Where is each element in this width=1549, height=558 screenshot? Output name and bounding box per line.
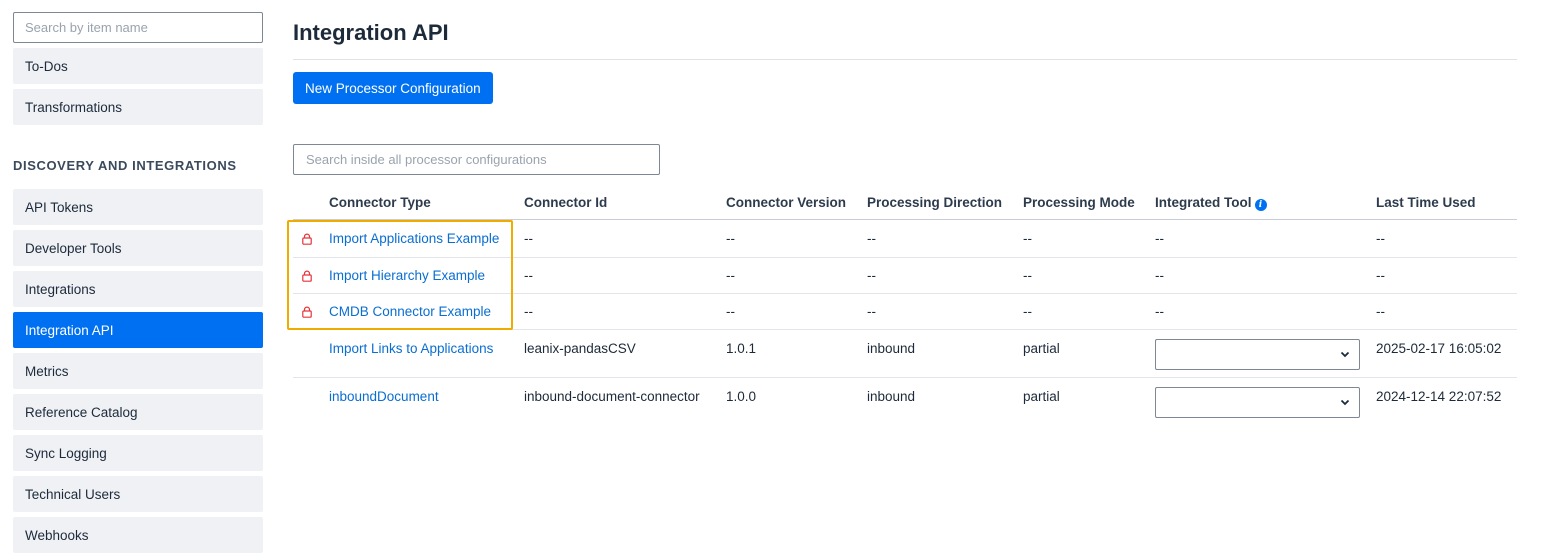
processing-direction-cell: inbound: [867, 341, 916, 356]
sidebar-search-input[interactable]: [13, 12, 263, 43]
table-row: inboundDocument inbound-document-connect…: [293, 378, 1517, 430]
sidebar-item-metrics[interactable]: Metrics: [13, 353, 263, 389]
column-header-connector-type[interactable]: Connector Type: [329, 195, 431, 210]
column-header-processing-direction[interactable]: Processing Direction: [867, 195, 1002, 210]
processing-mode-cell: partial: [1023, 341, 1060, 356]
integrated-tool-select[interactable]: [1155, 387, 1360, 418]
sidebar-item-webhooks[interactable]: Webhooks: [13, 517, 263, 553]
table-row: Import Links to Applications leanix-pand…: [293, 330, 1517, 378]
table-header: Connector Type Connector Id Connector Ve…: [293, 184, 1517, 220]
column-header-connector-version[interactable]: Connector Version: [726, 195, 846, 210]
lock-icon: [302, 233, 312, 245]
sidebar-item-reference-catalog[interactable]: Reference Catalog: [13, 394, 263, 430]
sidebar: To-Dos Transformations DISCOVERY AND INT…: [13, 12, 263, 553]
processing-direction-cell: --: [867, 304, 876, 319]
integrated-tool-cell: --: [1155, 231, 1164, 246]
column-header-processing-mode[interactable]: Processing Mode: [1023, 195, 1135, 210]
processing-mode-cell: --: [1023, 268, 1032, 283]
connector-version-cell: --: [726, 268, 735, 283]
sidebar-item-label: API Tokens: [25, 199, 94, 215]
page-title: Integration API: [293, 20, 449, 45]
lock-icon: [302, 270, 312, 282]
sidebar-item-transformations[interactable]: Transformations: [13, 89, 263, 125]
sidebar-item-integrations[interactable]: Integrations: [13, 271, 263, 307]
sidebar-item-sync-logging[interactable]: Sync Logging: [13, 435, 263, 471]
integrated-tool-cell: --: [1155, 304, 1164, 319]
connector-version-cell: --: [726, 304, 735, 319]
chevron-down-icon: [1340, 399, 1350, 406]
last-time-used-cell: --: [1376, 231, 1385, 246]
table-row: Import Hierarchy Example -- -- -- -- -- …: [293, 258, 1517, 294]
connector-id-cell: --: [524, 304, 533, 319]
processor-search-input[interactable]: [293, 144, 660, 175]
sidebar-item-label: Developer Tools: [25, 240, 122, 256]
connector-type-link[interactable]: Import Links to Applications: [329, 341, 493, 356]
sidebar-item-developer-tools[interactable]: Developer Tools: [13, 230, 263, 266]
processing-direction-cell: inbound: [867, 389, 916, 404]
connector-id-cell: --: [524, 268, 533, 283]
connector-type-link[interactable]: Import Hierarchy Example: [329, 268, 485, 283]
integrated-tool-select[interactable]: [1155, 339, 1360, 370]
sidebar-item-label: Reference Catalog: [25, 404, 138, 420]
table-row: Import Applications Example -- -- -- -- …: [293, 220, 1517, 258]
sidebar-item-to-dos[interactable]: To-Dos: [13, 48, 263, 84]
lock-icon: [302, 306, 312, 318]
sidebar-item-technical-users[interactable]: Technical Users: [13, 476, 263, 512]
sidebar-item-label: Technical Users: [25, 486, 121, 502]
sidebar-item-label: To-Dos: [25, 58, 68, 74]
processing-direction-cell: --: [867, 231, 876, 246]
chevron-down-icon: [1340, 351, 1350, 358]
column-header-last-time-used[interactable]: Last Time Used: [1376, 195, 1476, 210]
sidebar-item-integration-api[interactable]: Integration API: [13, 312, 263, 348]
sidebar-section-title: DISCOVERY AND INTEGRATIONS: [13, 158, 237, 173]
last-time-used-cell: 2025-02-17 16:05:02: [1376, 341, 1502, 356]
connector-version-cell: --: [726, 231, 735, 246]
sidebar-item-label: Integration API: [25, 322, 114, 338]
connector-id-cell: --: [524, 231, 533, 246]
processing-mode-cell: --: [1023, 304, 1032, 319]
sidebar-item-label: Sync Logging: [25, 445, 107, 461]
last-time-used-cell: --: [1376, 304, 1385, 319]
processing-direction-cell: --: [867, 268, 876, 283]
table-row: CMDB Connector Example -- -- -- -- -- --: [293, 294, 1517, 330]
processing-mode-cell: partial: [1023, 389, 1060, 404]
new-processor-configuration-button[interactable]: New Processor Configuration: [293, 72, 493, 104]
sidebar-item-api-tokens[interactable]: API Tokens: [13, 189, 263, 225]
processing-mode-cell: --: [1023, 231, 1032, 246]
sidebar-item-label: Webhooks: [25, 527, 89, 543]
info-icon[interactable]: i: [1254, 199, 1267, 211]
connector-id-cell: leanix-pandasCSV: [524, 341, 636, 356]
connector-id-cell: inbound-document-connector: [524, 389, 700, 404]
connector-type-link[interactable]: Import Applications Example: [329, 231, 499, 246]
column-header-integrated-tool[interactable]: Integrated Tool i: [1155, 195, 1267, 211]
column-header-connector-id[interactable]: Connector Id: [524, 195, 607, 210]
sidebar-item-label: Metrics: [25, 363, 69, 379]
sidebar-item-label: Transformations: [25, 99, 123, 115]
title-divider: [293, 59, 1517, 60]
connector-type-link[interactable]: CMDB Connector Example: [329, 304, 491, 319]
integrated-tool-cell: --: [1155, 268, 1164, 283]
connector-version-cell: 1.0.0: [726, 389, 757, 404]
connector-version-cell: 1.0.1: [726, 341, 757, 356]
column-header-label: Integrated Tool: [1155, 195, 1252, 210]
last-time-used-cell: 2024-12-14 22:07:52: [1376, 389, 1502, 404]
connector-type-link[interactable]: inboundDocument: [329, 389, 439, 404]
sidebar-item-label: Integrations: [25, 281, 96, 297]
last-time-used-cell: --: [1376, 268, 1385, 283]
